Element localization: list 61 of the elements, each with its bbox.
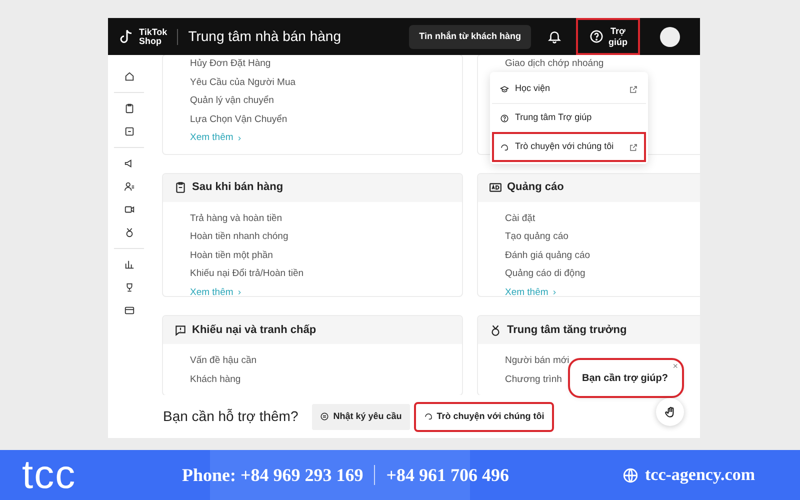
people-icon <box>124 181 134 192</box>
page-title: Trung tâm nhà bán hàng <box>188 27 341 46</box>
card-link[interactable]: Hoàn tiền nhanh chóng <box>190 228 288 246</box>
message-icon <box>174 324 187 336</box>
support-button[interactable]: Nhật ký yêu cầu <box>312 404 410 430</box>
cap-icon <box>500 84 509 94</box>
card-link[interactable]: Khách hàng <box>190 370 241 389</box>
help-prompt: Bạn cần hỗ trợ thêm? <box>163 407 298 426</box>
close-button[interactable]: × <box>672 362 678 371</box>
phone-number: +84 961 706 496 <box>386 464 510 486</box>
bell-icon <box>547 29 562 44</box>
logo-text: TikTok Shop <box>139 28 168 46</box>
card-title: Trung tâm tăng trưởng <box>507 322 627 338</box>
card-link[interactable]: Trả hàng và hoàn tiền <box>190 210 282 228</box>
card-link[interactable]: Hoàn tiền một phần <box>190 246 273 265</box>
phone-number: Phone: +84 969 293 169 <box>182 464 364 486</box>
card-link[interactable]: Quản lý vận chuyển <box>190 92 274 110</box>
menu-item[interactable]: Học viện <box>494 76 644 102</box>
chevron-right-icon <box>236 134 244 142</box>
card-link[interactable]: Người bán mới <box>505 352 570 370</box>
box-icon <box>124 126 134 137</box>
website-link[interactable]: tcc-agency.com <box>645 462 755 488</box>
card-title: Quảng cáo <box>507 180 564 196</box>
popup-text: Bạn cần trợ giúp? <box>582 372 668 386</box>
clipboard-icon <box>124 103 134 114</box>
help-button[interactable]: Trợ giúp <box>578 20 638 53</box>
card-link[interactable]: Giao dịch chớp nhoáng <box>505 55 604 74</box>
chevron-right-icon <box>551 289 558 296</box>
megaphone-icon <box>124 158 134 169</box>
card-link[interactable]: Cài đặt <box>505 210 536 228</box>
card-link[interactable]: Tạo quảng cáo <box>505 228 568 246</box>
card-title: Sau khi bán hàng <box>192 180 284 196</box>
chevron-right-icon <box>236 289 244 296</box>
menu-item[interactable]: Trung tâm Trợ giúp <box>494 105 644 131</box>
card-icon <box>124 305 134 316</box>
chart-icon <box>124 259 134 270</box>
card-link[interactable]: Lựa Chọn Vận Chuyển <box>190 110 288 129</box>
messages-button[interactable]: Tin nhắn từ khách hàng <box>409 24 531 48</box>
medal-icon <box>124 227 134 238</box>
help-icon <box>500 114 509 122</box>
card-link[interactable]: Hủy Đơn Đặt Hàng <box>190 55 271 74</box>
video-icon <box>124 204 134 215</box>
help-icon <box>588 29 604 44</box>
medal-icon <box>489 324 502 336</box>
globe-icon <box>622 466 640 484</box>
hand-icon <box>664 406 676 418</box>
avatar[interactable] <box>660 26 680 46</box>
card-link[interactable]: Khiếu nại Đổi trả/Hoàn tiền <box>190 265 304 284</box>
brand-logo: tcc <box>22 455 78 495</box>
clipboard-icon <box>174 181 187 194</box>
card-link[interactable]: Chương trình <box>505 370 562 389</box>
support-button[interactable]: Trò chuyện với chúng tôi <box>416 404 552 430</box>
ad-icon <box>489 181 502 194</box>
card-link[interactable]: Yêu Cầu của Người Mua <box>190 74 296 92</box>
menu-item[interactable]: Trò chuyện với chúng tôi <box>494 134 644 160</box>
home-icon <box>124 71 134 82</box>
card-link[interactable]: Vấn đề hậu cần <box>190 352 257 370</box>
card-link[interactable]: Đánh giá quảng cáo <box>505 246 590 265</box>
card-title: Khiếu nại và tranh chấp <box>192 322 316 338</box>
card-link[interactable]: Quảng cáo di động <box>505 265 586 284</box>
list-circle-icon <box>320 412 330 421</box>
